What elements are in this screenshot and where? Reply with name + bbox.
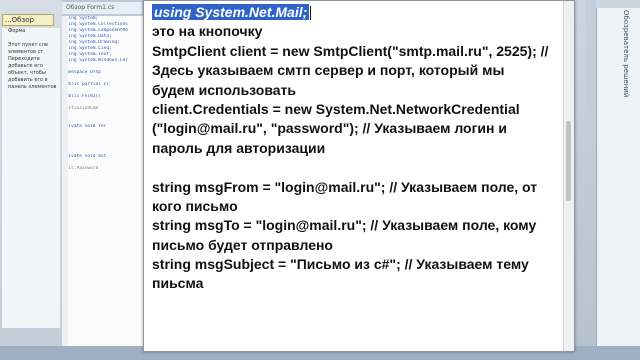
note-scrollbar-thumb[interactable] — [566, 121, 571, 201]
note-line: using System.Net.Mail; — [152, 3, 557, 22]
toolbox-line — [2, 35, 60, 42]
toolbox-line: добавьте его — [8, 63, 43, 69]
toolbox-line: объект, чтобы — [8, 70, 46, 76]
note-line: string msgSubject = "Письмо из с#"; // У… — [152, 256, 529, 273]
toolbox-line: Переходите — [8, 56, 40, 62]
note-line: SmtpClient client = new SmtpClient("smtp… — [152, 42, 549, 59]
toolbox-line: элементов ст — [8, 49, 44, 55]
note-line: string msgTo = "login@mail.ru"; // Указы… — [152, 217, 537, 234]
text-caret — [310, 6, 312, 21]
toolbox-line: Форма — [8, 28, 26, 34]
note-text-area[interactable]: using System.Net.Mail; это на кнопочку Sm… — [152, 3, 557, 294]
note-scrollbar[interactable] — [563, 1, 574, 351]
note-line: это на кнопочку — [152, 23, 263, 40]
solution-explorer-label[interactable]: Обозреватель решений — [622, 10, 630, 97]
note-line — [152, 158, 557, 177]
note-line: Здесь указываем смтп сервер и порт, кото… — [152, 62, 505, 79]
note-line: client.Credentials = new System.Net.Netw… — [152, 100, 520, 117]
note-line: письмо будет отправлено — [152, 236, 333, 253]
editor-tab-strip: Обзор Form1.cs — [62, 0, 152, 16]
toolbox-tab[interactable]: ...Обзор — [2, 14, 54, 26]
toolbox-content: Форма Этот пункт сле элементов ст Переходит… — [2, 28, 60, 328]
toolbox-line: добавить его в — [8, 77, 48, 83]
toolbox-panel: ...Обзор Форма Этот пункт сле элементов ст… — [0, 0, 63, 360]
note-line: будем использовать — [152, 81, 297, 98]
solution-explorer-panel — [596, 8, 640, 348]
note-line: пиьсма — [152, 275, 204, 292]
note-line: string msgFrom = "login@mail.ru"; // Ука… — [152, 178, 538, 195]
code-editor[interactable]: using System; using System.Collections usi… — [62, 16, 143, 346]
selected-text[interactable]: using System.Net.Mail; — [152, 4, 310, 20]
note-window[interactable]: using System.Net.Mail; это на кнопочку Sm… — [143, 0, 575, 352]
editor-gutter — [62, 16, 68, 346]
note-line: ("login@mail.ru", "password"); // Указыв… — [152, 120, 507, 137]
right-dock-tab[interactable] — [586, 0, 596, 150]
editor-tab-form1[interactable]: Обзор Form1.cs — [62, 2, 142, 14]
code-line: } — [63, 172, 143, 178]
toolbox-line: Этот пункт сле — [8, 42, 49, 48]
note-line: пароль для авторизации — [152, 139, 326, 156]
note-line: кого письмо — [152, 197, 238, 214]
toolbox-line: панель элементов — [8, 84, 57, 90]
